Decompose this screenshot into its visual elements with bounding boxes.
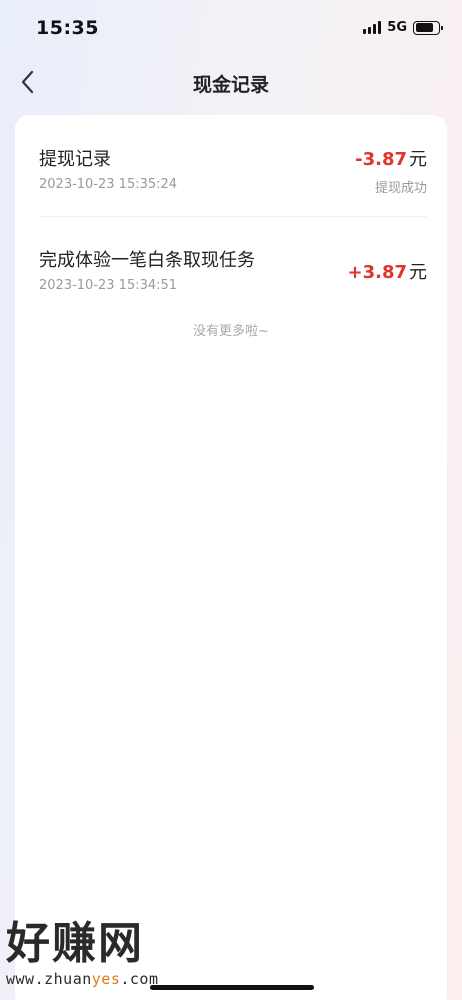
watermark-url-accent: yes — [91, 970, 121, 988]
status-bar: 15:35 5G — [0, 0, 462, 56]
network-type: 5G — [387, 20, 407, 35]
page-title: 现金记录 — [192, 74, 269, 96]
amount-unit: 元 — [409, 149, 427, 170]
record-amount: -3.87 元 — [355, 145, 427, 171]
nav-bar: 现金记录 — [0, 56, 462, 108]
battery-icon — [413, 20, 443, 35]
amount-value: +3.87 — [347, 262, 408, 283]
amount-value: -3.87 — [355, 149, 407, 170]
record-status: 提现成功 — [374, 181, 427, 196]
home-indicator[interactable] — [150, 985, 314, 990]
divider — [39, 216, 427, 217]
records-card: 提现记录 2023-10-23 15:35:24 -3.87 元 提现成功 完成体… — [15, 115, 447, 1000]
no-more-text: 没有更多啦~ — [193, 324, 269, 339]
record-title: 提现记录 — [39, 149, 111, 170]
amount-unit: 元 — [409, 262, 427, 283]
record-title: 完成体验一笔白条取现任务 — [39, 250, 255, 271]
status-indicators: 5G — [363, 20, 443, 35]
watermark-logo: 好赚网 www.zhuanyes.com — [6, 920, 206, 990]
record-amount: +3.87 元 — [348, 258, 428, 284]
record-date: 2023-10-23 15:34:51 — [39, 278, 178, 293]
watermark-url-pre: www.zhuan — [6, 970, 92, 988]
cellular-signal-icon — [363, 21, 382, 34]
record-date: 2023-10-23 15:35:24 — [39, 177, 178, 192]
watermark-brand: 好赚网 — [6, 918, 144, 969]
status-time: 15:35 — [36, 17, 99, 39]
